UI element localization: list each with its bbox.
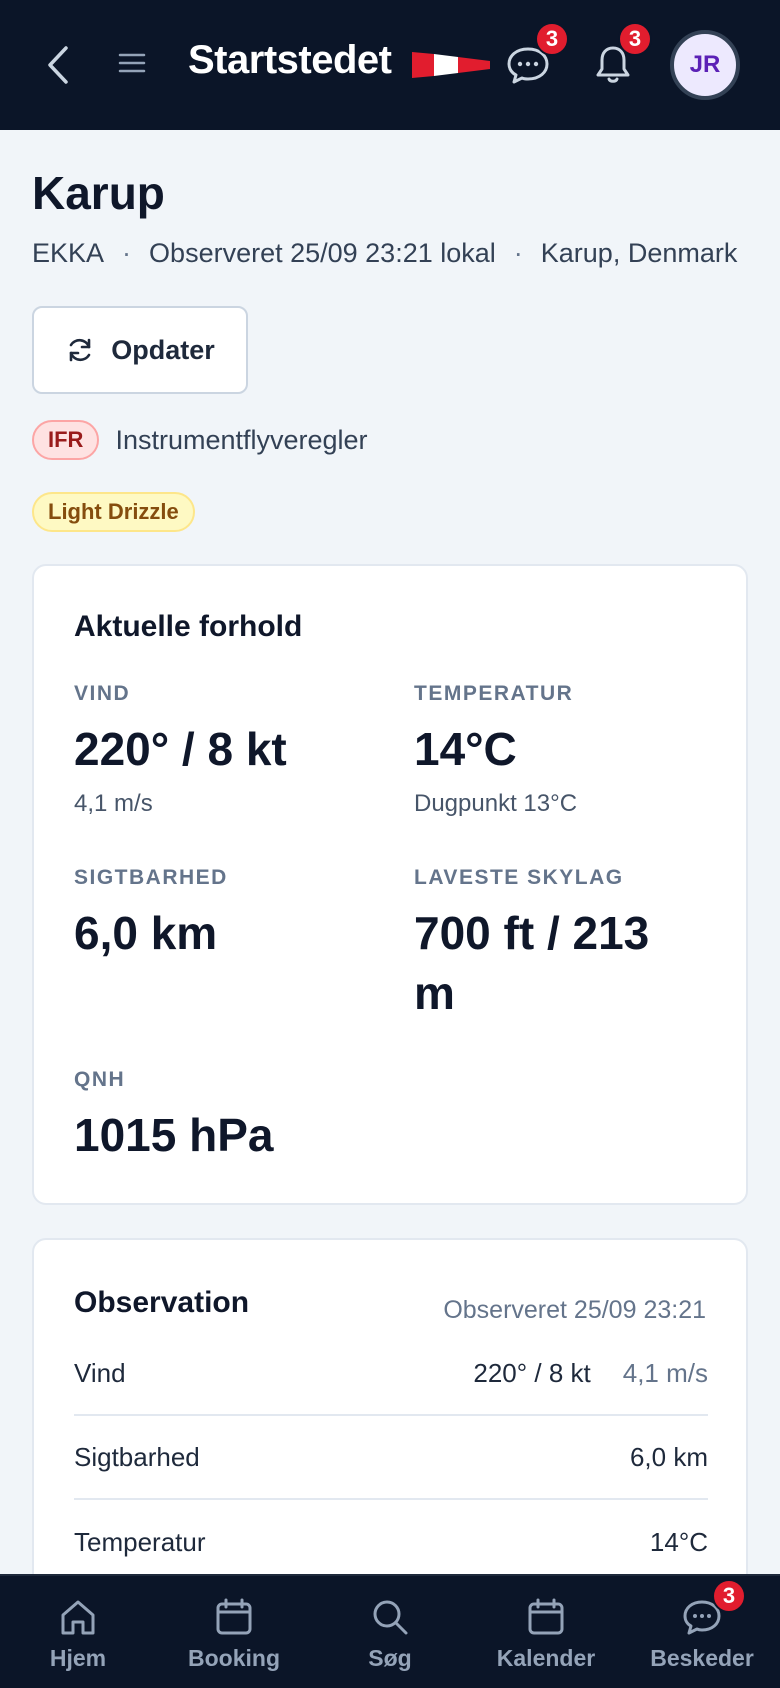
obs-label: Temperatur: [74, 1526, 206, 1557]
ceiling-value: 700 ft / 213 m: [414, 907, 650, 1019]
nav-label: Hjem: [49, 1644, 107, 1671]
app-title[interactable]: Startstedet: [188, 38, 392, 83]
station-meta: EKKA · Observeret 25/09 23:21 lokal · Ka…: [32, 238, 737, 269]
obs-label: Vind: [74, 1357, 126, 1388]
qnh-label: QNH: [74, 1068, 126, 1091]
temperature-stat: TEMPERATUR 14°C Dugpunkt 13°C: [414, 682, 714, 818]
nav-label: Beskeder: [650, 1644, 754, 1671]
chat-badge: 3: [535, 22, 569, 56]
nav-calendar[interactable]: Kalender: [468, 1576, 624, 1688]
meta-separator: ·: [122, 238, 132, 268]
home-icon: [61, 1600, 95, 1634]
observation-row-temperature: Temperatur 14°C: [74, 1500, 708, 1584]
obs-secondary-value: 4,1 m/s: [622, 1357, 708, 1388]
flight-rules-row: IFR Instrumentflyveregler: [32, 420, 368, 460]
nav-booking[interactable]: Booking: [156, 1576, 312, 1688]
wind-value: 220° / 8 kt: [74, 723, 287, 775]
nav-label: Søg: [368, 1644, 412, 1671]
visibility-value: 6,0 km: [74, 907, 218, 959]
obs-value: 6,0 km: [629, 1441, 708, 1472]
temperature-value: 14°C: [414, 723, 517, 775]
visibility-stat: SIGTBARHED 6,0 km: [74, 866, 374, 964]
calendar-icon: [528, 1598, 564, 1634]
flight-rules-badge: IFR: [32, 420, 100, 460]
nav-messages[interactable]: Beskeder: [624, 1576, 780, 1688]
avatar[interactable]: JR: [670, 30, 740, 100]
obs-value-group: 220° / 8 kt 4,1 m/s: [473, 1358, 708, 1389]
observation-heading: Observation: [74, 1286, 250, 1319]
flight-rules-description: Instrumentflyveregler: [115, 424, 368, 455]
menu-icon[interactable]: [114, 45, 150, 81]
obs-value: 220° / 8 kt: [473, 1357, 591, 1388]
qnh-stat: QNH 1015 hPa: [74, 1068, 374, 1166]
observed-time: Observeret 25/09 23:21 lokal: [149, 238, 496, 268]
nav-label: Kalender: [496, 1644, 596, 1671]
wind-sub: 4,1 m/s: [74, 789, 153, 817]
dewpoint-sub: Dugpunkt 13°C: [414, 789, 578, 817]
current-conditions-heading: Aktuelle forhold: [74, 610, 303, 643]
weather-tag: Light Drizzle: [32, 492, 195, 532]
nav-home[interactable]: Hjem: [0, 1576, 156, 1688]
refresh-icon: [69, 338, 91, 362]
wind-label: VIND: [74, 682, 131, 705]
wind-stat: VIND 220° / 8 kt 4,1 m/s: [74, 682, 374, 818]
current-conditions-card: Aktuelle forhold VIND 220° / 8 kt 4,1 m/…: [32, 564, 748, 1205]
search-icon: [373, 1600, 408, 1634]
calendar-icon: [216, 1598, 252, 1634]
observation-time: Observeret 25/09 23:21: [443, 1296, 706, 1324]
obs-label: Sigtbarhed: [74, 1441, 200, 1472]
back-arrow-icon[interactable]: [38, 40, 78, 90]
refresh-button[interactable]: Opdater: [32, 306, 248, 394]
meta-separator: ·: [513, 238, 523, 268]
observation-row-wind: Vind 220° / 8 kt 4,1 m/s: [74, 1332, 708, 1416]
messages-badge: 3: [712, 1579, 746, 1613]
refresh-label: Opdater: [111, 334, 215, 365]
station-location: Karup, Denmark: [540, 238, 738, 268]
temperature-label: TEMPERATUR: [414, 682, 574, 705]
observation-row-visibility: Sigtbarhed 6,0 km: [74, 1416, 708, 1500]
nav-label: Booking: [188, 1644, 280, 1671]
bottom-nav: Hjem Booking Søg Kalender Beskeder: [0, 1574, 780, 1688]
notification-badge: 3: [618, 22, 652, 56]
nav-search[interactable]: Søg: [312, 1576, 468, 1688]
station-code: EKKA: [32, 238, 105, 268]
visibility-label: SIGTBARHED: [74, 866, 228, 889]
windsock-logo-icon: [412, 52, 490, 78]
page-title: Karup: [32, 167, 165, 219]
obs-value: 14°C: [649, 1526, 708, 1557]
ceiling-label: LAVESTE SKYLAG: [414, 866, 624, 889]
ceiling-stat: LAVESTE SKYLAG 700 ft / 213 m: [414, 866, 684, 1024]
qnh-value: 1015 hPa: [74, 1109, 274, 1161]
top-bar: Startstedet 3 3 JR: [0, 0, 780, 130]
